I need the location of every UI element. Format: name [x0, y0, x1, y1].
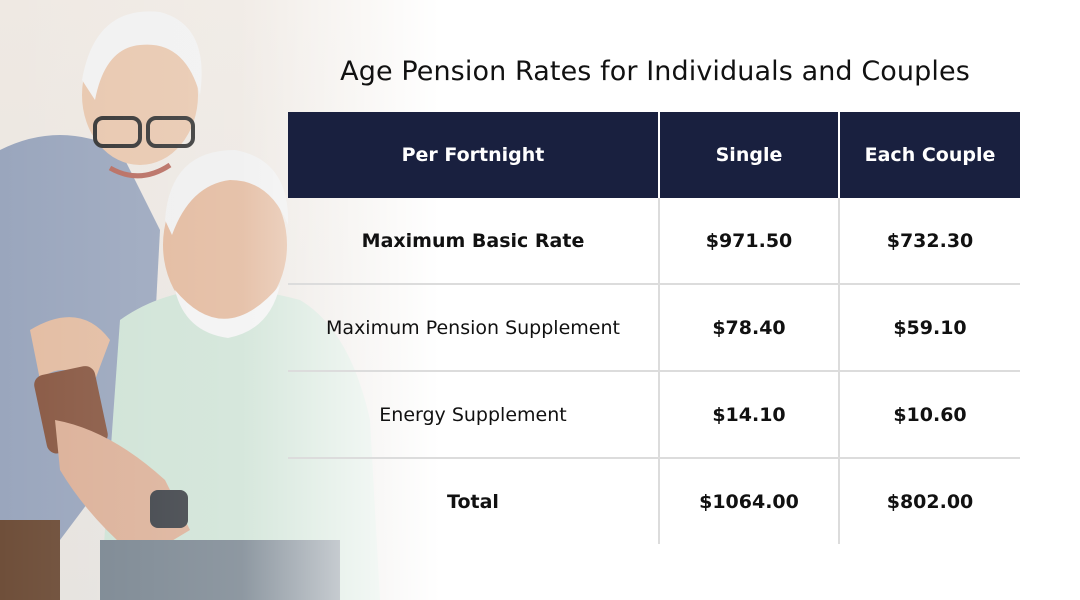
single-value: $971.50 [659, 198, 840, 285]
table-header-row: Per Fortnight Single Each Couple [288, 112, 1020, 198]
row-label: Maximum Basic Rate [288, 198, 660, 285]
header-per-fortnight: Per Fortnight [288, 112, 660, 198]
table-row-maximum-pension-supplement: Maximum Pension Supplement $78.40 $59.10 [288, 284, 1020, 372]
single-value: $1064.00 [659, 458, 840, 544]
header-single: Single [659, 112, 840, 198]
row-label: Energy Supplement [288, 371, 660, 459]
couple-value: $802.00 [886, 490, 974, 513]
row-label: Maximum Pension Supplement [288, 284, 660, 372]
single-value: $78.40 [659, 284, 840, 372]
couple-value: $10.60 [839, 371, 1020, 459]
table-row-energy-supplement: Energy Supplement $14.10 $10.60 [288, 371, 1020, 459]
table-row-total: Total $1064.00 $802.00 [288, 458, 1020, 544]
header-each-couple: Each Couple [839, 112, 1020, 198]
couple-value: $59.10 [839, 284, 1020, 372]
pension-rates-table: Per Fortnight Single Each Couple Maximum… [288, 112, 1020, 544]
couple-value: $732.30 [839, 198, 1020, 285]
table-row-maximum-basic-rate: Maximum Basic Rate $971.50 $732.30 [288, 198, 1020, 285]
row-label: Total [288, 458, 660, 544]
single-value: $14.10 [659, 371, 840, 459]
page-title: Age Pension Rates for Individuals and Co… [340, 56, 970, 87]
